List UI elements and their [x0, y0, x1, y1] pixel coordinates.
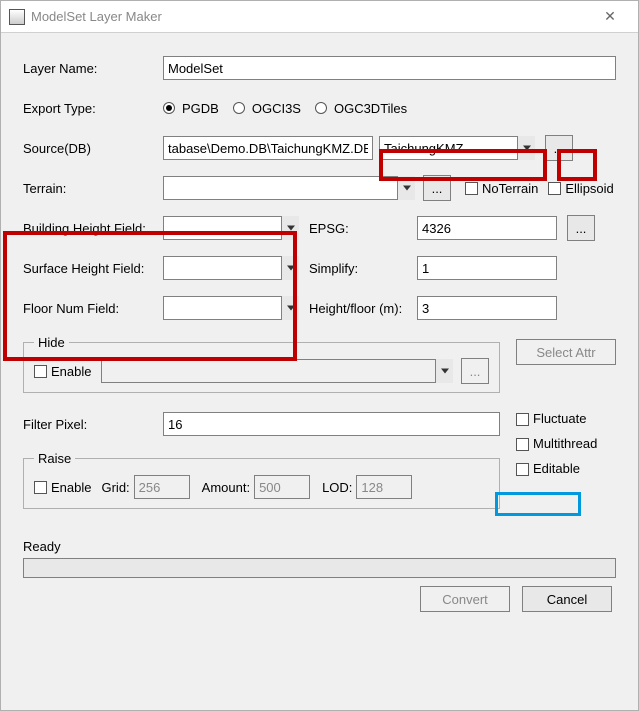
radio-ogc3dtiles-label: OGC3DTiles	[334, 101, 407, 116]
source-db-browse-button[interactable]: ...	[545, 135, 573, 161]
hide-enable-label: Enable	[51, 364, 91, 379]
raise-legend: Raise	[34, 451, 75, 466]
editable-checkbox[interactable]	[516, 463, 529, 476]
cancel-button[interactable]: Cancel	[522, 586, 612, 612]
noterrain-checkbox[interactable]	[465, 182, 478, 195]
export-type-label: Export Type:	[23, 101, 163, 116]
floor-num-label: Floor Num Field:	[23, 301, 163, 316]
fluctuate-label: Fluctuate	[533, 411, 586, 426]
app-icon	[9, 9, 25, 25]
raise-enable-label: Enable	[51, 480, 91, 495]
grid-input	[134, 475, 190, 499]
hide-enable-checkbox[interactable]	[34, 365, 47, 378]
surface-height-select[interactable]	[163, 256, 299, 280]
layer-name-label: Layer Name:	[23, 61, 163, 76]
epsg-browse-button[interactable]: ...	[567, 215, 595, 241]
hide-select	[101, 359, 453, 383]
status-label: Ready	[23, 539, 616, 554]
radio-ogci3s-label: OGCI3S	[252, 101, 301, 116]
source-db-path-input[interactable]	[163, 136, 373, 160]
raise-group: Raise Enable Grid: Amount: LOD:	[23, 451, 500, 509]
hide-legend: Hide	[34, 335, 69, 350]
radio-ogci3s[interactable]	[233, 102, 245, 114]
floor-num-select[interactable]	[163, 296, 299, 320]
epsg-input[interactable]	[417, 216, 557, 240]
editable-label: Editable	[533, 461, 580, 476]
height-floor-input[interactable]	[417, 296, 557, 320]
building-height-label: Building Height Field:	[23, 221, 163, 236]
radio-ogc3dtiles[interactable]	[315, 102, 327, 114]
window-title: ModelSet Layer Maker	[31, 9, 590, 24]
building-height-select[interactable]	[163, 216, 299, 240]
terrain-select[interactable]	[163, 176, 415, 200]
ellipsoid-checkbox[interactable]	[548, 182, 561, 195]
close-icon[interactable]: ✕	[590, 8, 630, 25]
source-db-table-select[interactable]	[379, 136, 535, 160]
simplify-input[interactable]	[417, 256, 557, 280]
simplify-label: Simplify:	[309, 261, 417, 276]
surface-height-label: Surface Height Field:	[23, 261, 163, 276]
filter-pixel-input[interactable]	[163, 412, 500, 436]
terrain-label: Terrain:	[23, 181, 163, 196]
filter-pixel-label: Filter Pixel:	[23, 417, 163, 432]
grid-label: Grid:	[101, 480, 129, 495]
multithread-label: Multithread	[533, 436, 597, 451]
dialog-body: Layer Name: Export Type: PGDB OGCI3S OGC…	[1, 33, 638, 710]
lod-label: LOD:	[322, 480, 352, 495]
terrain-browse-button[interactable]: ...	[423, 175, 451, 201]
window: ModelSet Layer Maker ✕ Layer Name: Expor…	[0, 0, 639, 711]
progress-bar	[23, 558, 616, 578]
amount-input	[254, 475, 310, 499]
epsg-label: EPSG:	[309, 221, 417, 236]
convert-button: Convert	[420, 586, 510, 612]
hide-group: Hide Enable ...	[23, 335, 500, 393]
layer-name-input[interactable]	[163, 56, 616, 80]
radio-pgdb[interactable]	[163, 102, 175, 114]
lod-input	[356, 475, 412, 499]
radio-pgdb-label: PGDB	[182, 101, 219, 116]
height-floor-label: Height/floor (m):	[309, 301, 417, 316]
noterrain-label: NoTerrain	[482, 181, 538, 196]
hide-browse-button: ...	[461, 358, 489, 384]
ellipsoid-label: Ellipsoid	[565, 181, 613, 196]
select-attr-button: Select Attr	[516, 339, 616, 365]
raise-enable-checkbox[interactable]	[34, 481, 47, 494]
source-db-label: Source(DB)	[23, 141, 163, 156]
multithread-checkbox[interactable]	[516, 438, 529, 451]
titlebar: ModelSet Layer Maker ✕	[1, 1, 638, 33]
fluctuate-checkbox[interactable]	[516, 413, 529, 426]
amount-label: Amount:	[202, 480, 250, 495]
